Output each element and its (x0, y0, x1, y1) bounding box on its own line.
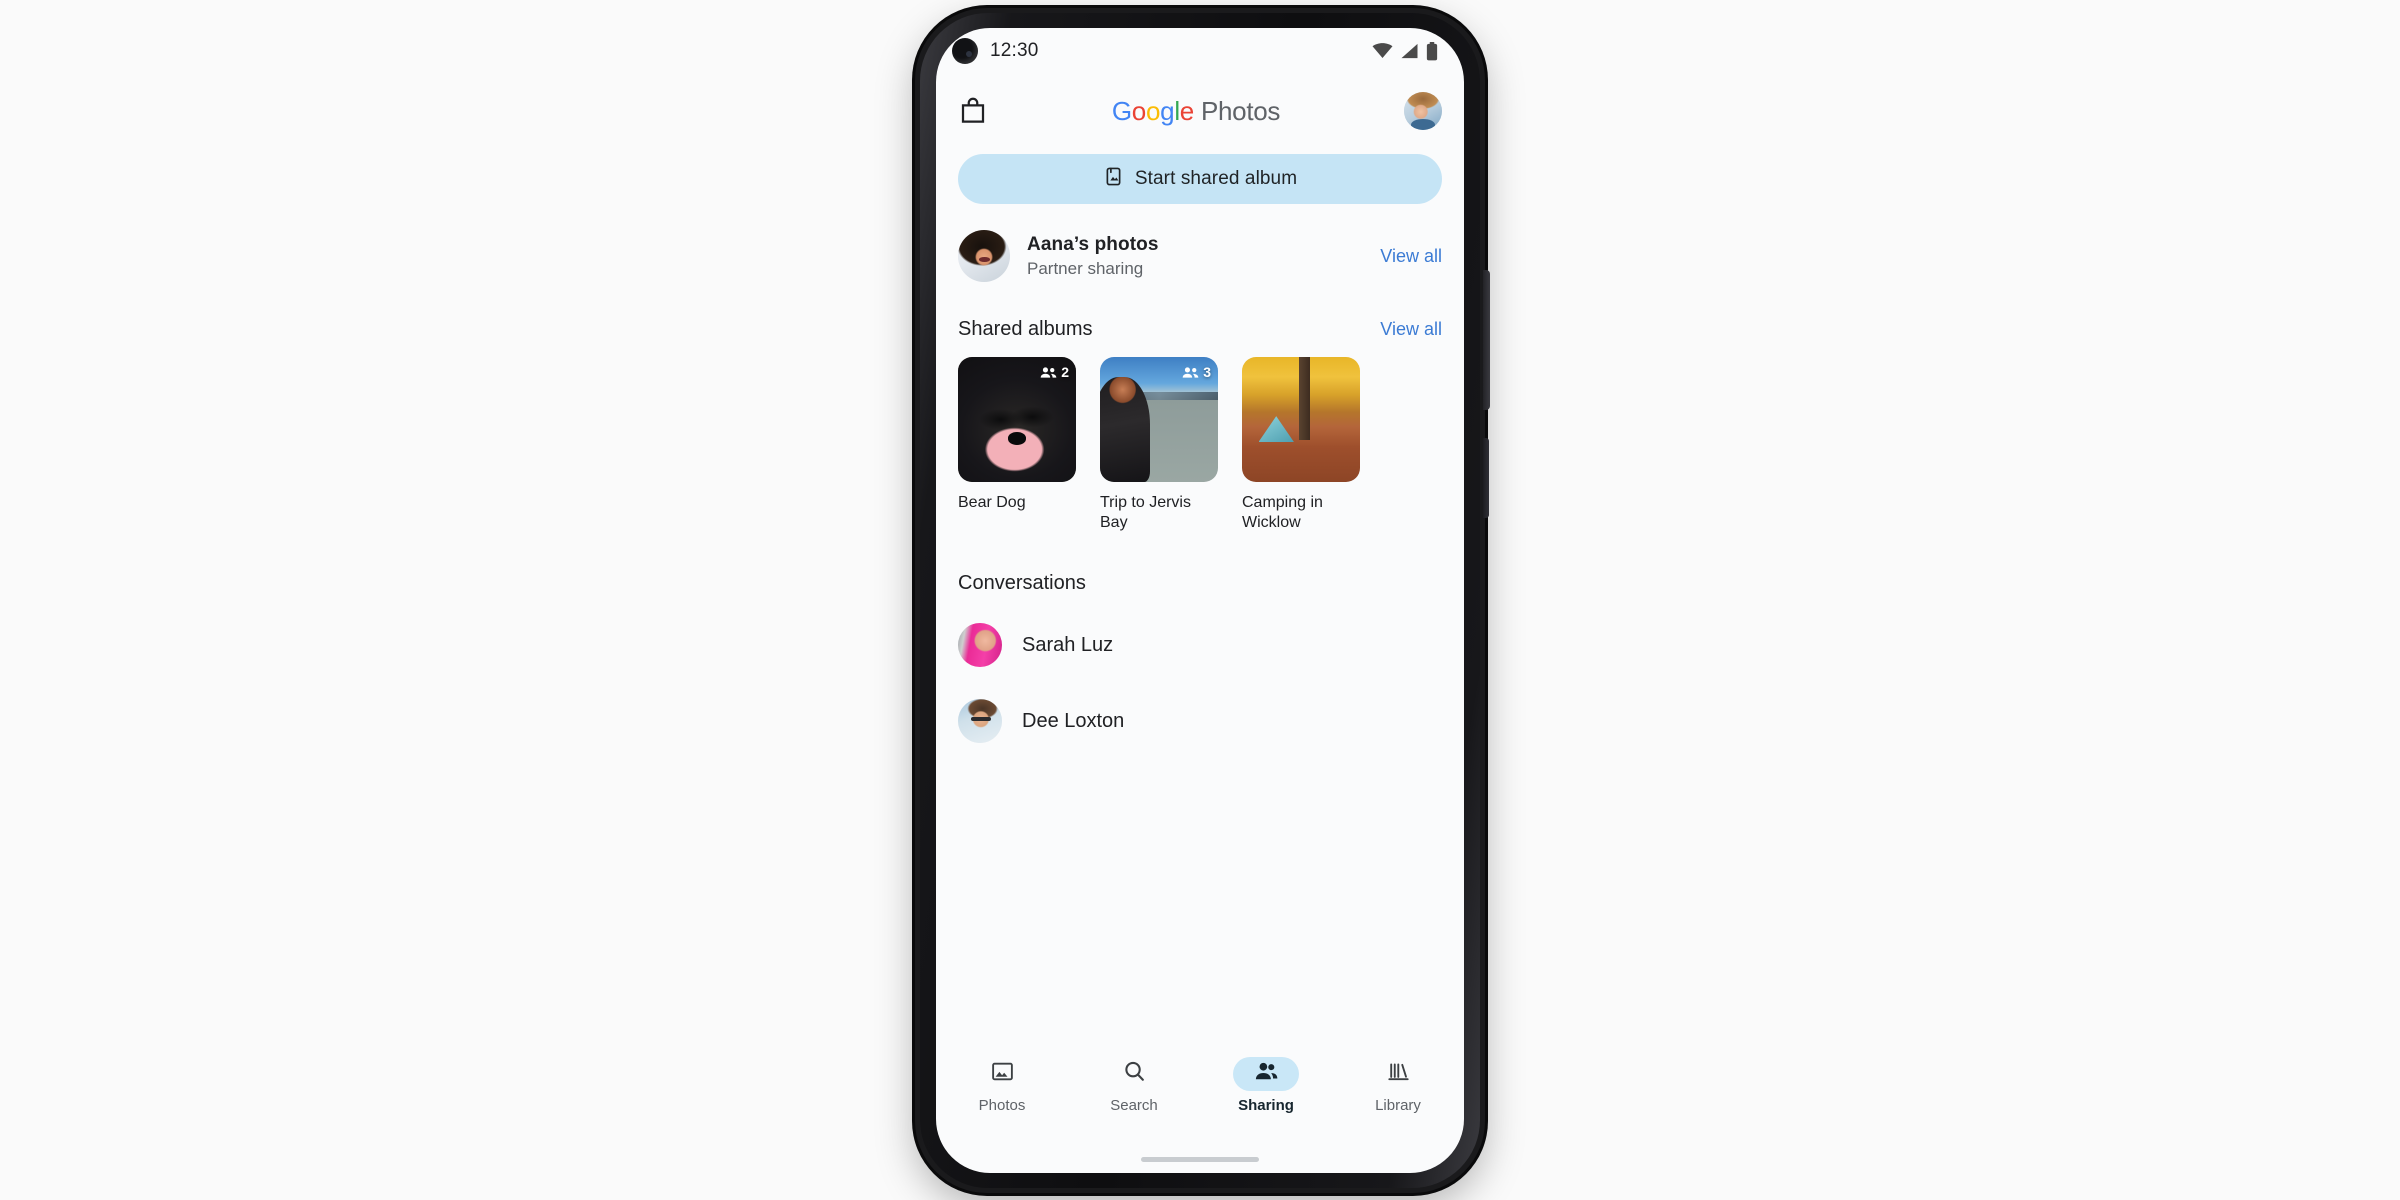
phone-frame: 12:30 Google Photos Start shared album A… (915, 8, 1490, 1193)
brand-letter-o1: o (1131, 95, 1146, 126)
app-bar: Google Photos (936, 74, 1464, 148)
partner-sharing-subtitle: Partner sharing (1027, 258, 1144, 278)
album-member-badge: 2 (1040, 364, 1069, 380)
brand-letter-e: e (1179, 95, 1194, 126)
shared-album-card[interactable]: 3 Trip to Jervis Bay (1100, 357, 1218, 532)
battery-icon (1426, 41, 1438, 61)
conversation-row[interactable]: Sarah Luz (958, 623, 1442, 668)
dee-loxton-avatar (958, 699, 1002, 744)
brand-letter-g1: G (1111, 95, 1132, 126)
search-magnifier-icon (1122, 1059, 1147, 1089)
power-button[interactable] (1483, 270, 1490, 410)
nav-pill-sharing (1233, 1057, 1299, 1091)
home-gesture-bar[interactable] (1141, 1157, 1259, 1162)
album-member-badge: 3 (1182, 364, 1211, 380)
partner-sharing-texts: Aana’s photos Partner sharing (1027, 234, 1363, 279)
start-shared-album-button[interactable]: Start shared album (958, 154, 1442, 204)
shared-album-name: Camping in Wicklow (1242, 494, 1323, 531)
page-title: Google Photos (988, 96, 1404, 127)
nav-tab-sharing[interactable]: Sharing (1200, 1057, 1332, 1114)
shared-album-card[interactable]: Camping in Wicklow (1242, 357, 1360, 532)
aana-avatar (958, 230, 1010, 282)
shared-album-name: Bear Dog (958, 494, 1026, 511)
shared-albums-header: Shared albums View all (958, 318, 1442, 341)
aana-avatar-photo (958, 230, 1010, 282)
brand-letter-o2: o (1145, 95, 1161, 126)
nav-pill-search (1101, 1057, 1167, 1091)
brand-letter-g2: g (1160, 95, 1175, 126)
people-icon (1040, 366, 1057, 378)
people-sharing-icon (1254, 1059, 1279, 1089)
photo-album-icon (1103, 166, 1124, 192)
conversations-title: Conversations (958, 572, 1086, 595)
sarah-luz-avatar-photo (958, 623, 1002, 668)
cellular-signal-icon (1400, 43, 1419, 59)
nav-label-sharing: Sharing (1238, 1097, 1294, 1114)
shared-albums-strip[interactable]: 2 Bear Dog 3 Trip to Jervis Bay Camping … (936, 357, 1464, 532)
partner-sharing-row[interactable]: Aana’s photos Partner sharing View all (958, 230, 1442, 282)
brand-word-photos: Photos (1200, 95, 1281, 126)
front-camera-punch-hole (952, 38, 978, 64)
status-time: 12:30 (990, 40, 1039, 61)
phone-screen: 12:30 Google Photos Start shared album A… (936, 28, 1464, 1173)
album-member-count: 2 (1061, 364, 1069, 380)
conversation-row[interactable]: Dee Loxton (958, 699, 1442, 744)
nav-tab-library[interactable]: Library (1332, 1057, 1464, 1114)
shared-album-thumbnail[interactable] (1242, 357, 1360, 482)
account-avatar[interactable] (1404, 92, 1442, 130)
album-member-count: 3 (1203, 364, 1211, 380)
conversations-header: Conversations (958, 572, 1442, 595)
nav-pill-library (1365, 1057, 1431, 1091)
shared-album-thumbnail[interactable]: 2 (958, 357, 1076, 482)
shared-album-thumbnail[interactable]: 3 (1100, 357, 1218, 482)
sarah-luz-avatar (958, 623, 1002, 668)
shared-albums-view-all-link[interactable]: View all (1380, 319, 1442, 340)
status-bar: 12:30 (936, 28, 1464, 74)
people-icon (1182, 366, 1199, 378)
autumn-camping-photo (1242, 357, 1360, 482)
bottom-navigation-bar: Photos Search Sharing Library (936, 1049, 1464, 1145)
start-shared-album-label: Start shared album (1134, 168, 1298, 189)
shopping-bag-icon[interactable] (958, 96, 988, 126)
nav-label-library: Library (1375, 1097, 1421, 1114)
nav-tab-search[interactable]: Search (1068, 1057, 1200, 1114)
shared-albums-title: Shared albums (958, 318, 1093, 340)
photos-image-icon (990, 1059, 1015, 1089)
shared-album-name: Trip to Jervis Bay (1100, 494, 1191, 531)
shared-album-card[interactable]: 2 Bear Dog (958, 357, 1076, 532)
library-books-icon (1386, 1059, 1411, 1089)
nav-tab-photos[interactable]: Photos (936, 1057, 1068, 1114)
account-avatar-photo (1404, 92, 1442, 130)
conversation-name: Sarah Luz (1022, 633, 1114, 656)
nav-pill-photos (969, 1057, 1035, 1091)
volume-button[interactable] (1483, 438, 1489, 518)
conversation-name: Dee Loxton (1022, 709, 1125, 732)
dee-loxton-avatar-photo (958, 699, 1002, 744)
status-icons (1372, 41, 1438, 61)
partner-sharing-title: Aana’s photos (1027, 233, 1159, 255)
content-area: Start shared album Aana’s photos Partner… (936, 154, 1464, 744)
nav-label-photos: Photos (978, 1097, 1026, 1114)
wifi-icon (1372, 43, 1393, 59)
nav-label-search: Search (1110, 1097, 1158, 1114)
partner-sharing-view-all-link[interactable]: View all (1380, 246, 1442, 267)
